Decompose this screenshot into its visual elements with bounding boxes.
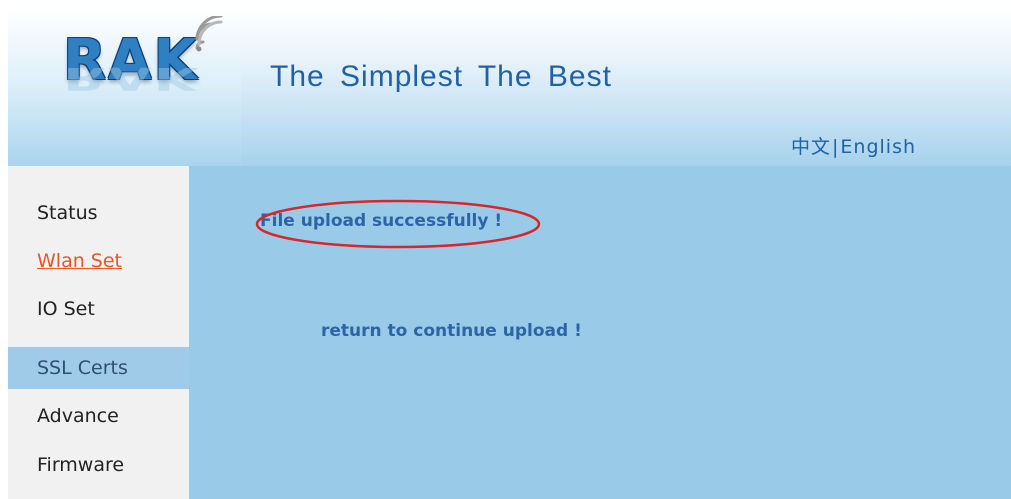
sidebar-item-label: Advance: [37, 405, 119, 427]
sidebar-item-label: IO Set: [37, 298, 95, 320]
sidebar-nav: Status Wlan Set IO Set SSL Certs Advance…: [8, 166, 189, 499]
sidebar-item-label: Status: [37, 202, 98, 224]
language-switcher: 中文|English: [791, 132, 916, 159]
return-continue-upload-link[interactable]: return to continue upload !: [321, 321, 582, 341]
sidebar-item-label: Wlan Set: [37, 250, 122, 272]
sidebar-item-ssl-certs[interactable]: SSL Certs: [8, 347, 189, 389]
sidebar-item-advance[interactable]: Advance: [8, 396, 189, 436]
sidebar-item-label: Firmware: [37, 454, 125, 476]
page: RAK RAK The Simplest The Best 中文|English…: [8, 8, 1011, 499]
highlight-ellipse: [255, 199, 541, 249]
main-content: File upload successfully ! return to con…: [189, 166, 1011, 499]
sidebar-item-label: SSL Certs: [37, 357, 128, 379]
sidebar-item-status[interactable]: Status: [8, 193, 189, 233]
slogan: The Simplest The Best: [270, 60, 612, 93]
sidebar-item-firmware[interactable]: Firmware: [8, 445, 189, 485]
lang-english-link[interactable]: English: [840, 136, 916, 158]
rak-logo-reflection: RAK: [63, 60, 199, 96]
sidebar-item-io-set[interactable]: IO Set: [8, 289, 189, 329]
sidebar-item-wlan-set[interactable]: Wlan Set: [8, 241, 189, 281]
logo-area: RAK RAK: [8, 8, 241, 166]
lang-separator: |: [832, 136, 840, 158]
wifi-signal-icon: [195, 16, 223, 52]
lang-chinese-link[interactable]: 中文: [791, 136, 831, 158]
header-banner: RAK RAK The Simplest The Best 中文|English: [8, 8, 1011, 166]
